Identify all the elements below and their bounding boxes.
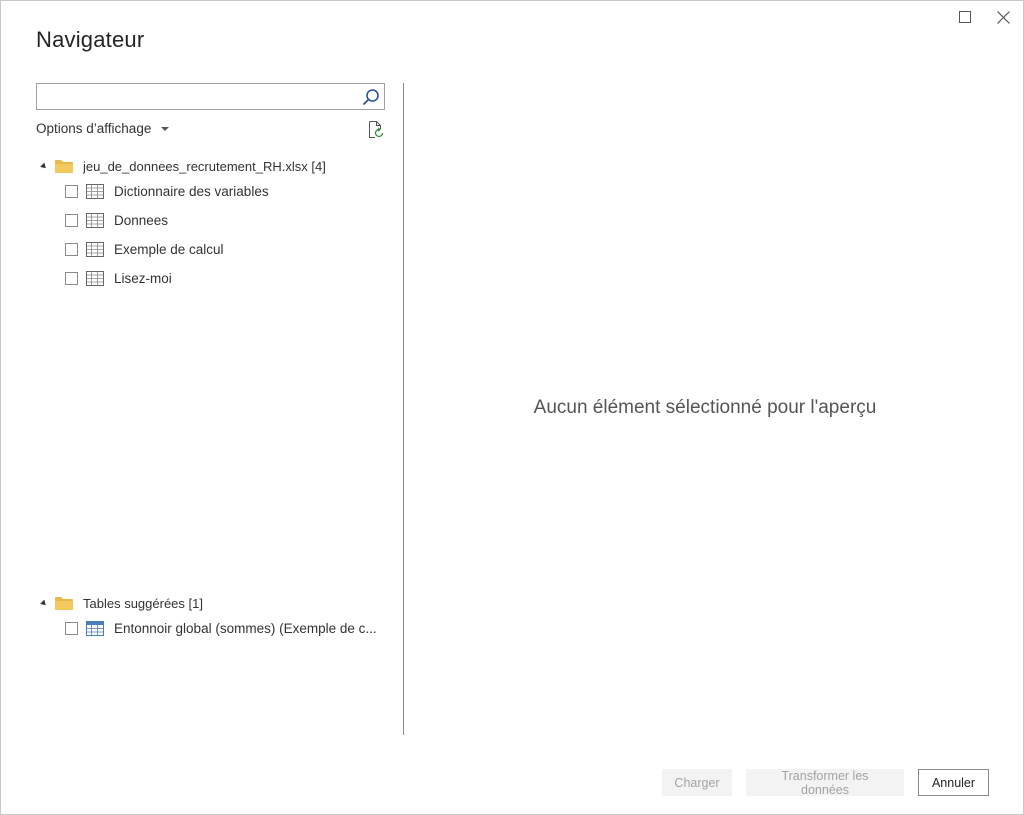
tree-item-dictionnaire[interactable]: Dictionnaire des variables (41, 177, 391, 206)
search-icon[interactable] (361, 87, 381, 107)
panel-divider[interactable] (403, 83, 404, 735)
tree-node-workbook[interactable]: jeu_de_donnees_recrutement_RH.xlsx [4] (40, 155, 391, 177)
tree-item-label: Dictionnaire des variables (114, 184, 269, 199)
tree-node-suggested-tables[interactable]: Tables suggérées [1] (40, 592, 391, 614)
item-checkbox[interactable] (65, 185, 78, 198)
maximize-icon (959, 11, 971, 23)
close-button[interactable] (991, 7, 1015, 27)
close-icon (996, 10, 1010, 24)
search-box[interactable] (36, 83, 385, 110)
item-checkbox[interactable] (65, 272, 78, 285)
sheet-icon (86, 242, 104, 257)
navigator-dialog: Navigateur Options d’affichage jeu_de_do… (0, 0, 1024, 815)
tree-item-label: Donnees (114, 213, 169, 228)
options-row: Options d’affichage (36, 121, 386, 141)
tree-item-donnees[interactable]: Donnees (41, 206, 391, 235)
item-checkbox[interactable] (65, 243, 78, 256)
item-checkbox[interactable] (65, 622, 78, 635)
navigator-tree: jeu_de_donnees_recrutement_RH.xlsx [4] D… (40, 155, 391, 293)
cancel-button[interactable]: Annuler (918, 769, 989, 796)
tree-item-exemple-de-calcul[interactable]: Exemple de calcul (41, 235, 391, 264)
tree-item-lisez-moi[interactable]: Lisez-moi (41, 264, 391, 293)
chevron-down-icon (161, 126, 170, 131)
refresh-icon[interactable] (366, 120, 386, 140)
sheet-icon (86, 184, 104, 199)
folder-icon (55, 160, 73, 173)
sheet-icon (86, 271, 104, 286)
tree-node-label: Tables suggérées [1] (83, 595, 203, 611)
tree-item-label: Lisez-moi (114, 271, 172, 286)
expander-icon[interactable] (40, 162, 48, 170)
expander-icon[interactable] (40, 599, 48, 607)
search-input[interactable] (37, 84, 357, 109)
folder-icon (55, 597, 73, 610)
load-button[interactable]: Charger (662, 769, 732, 796)
transform-data-button[interactable]: Transformer les données (746, 769, 904, 797)
tree-item-label: Exemple de calcul (114, 242, 224, 257)
tree-item-label: Entonnoir global (sommes) (Exemple de c.… (114, 621, 377, 636)
dialog-title: Navigateur (36, 27, 145, 52)
window-controls (953, 7, 1015, 27)
maximize-button[interactable] (953, 7, 977, 27)
table-icon (86, 621, 104, 636)
item-checkbox[interactable] (65, 214, 78, 227)
dialog-footer: Charger Transformer les données Annuler (662, 769, 989, 797)
display-options-dropdown[interactable]: Options d’affichage (36, 121, 170, 136)
suggested-tables-tree: Tables suggérées [1] Entonnoir global (s… (40, 592, 391, 643)
sheet-icon (86, 213, 104, 228)
preview-empty-message: Aucun élément sélectionné pour l'aperçu (533, 397, 877, 418)
tree-node-label: jeu_de_donnees_recrutement_RH.xlsx [4] (83, 158, 326, 174)
tree-item-entonnoir-global[interactable]: Entonnoir global (sommes) (Exemple de c.… (41, 614, 387, 643)
display-options-label: Options d’affichage (36, 121, 152, 136)
